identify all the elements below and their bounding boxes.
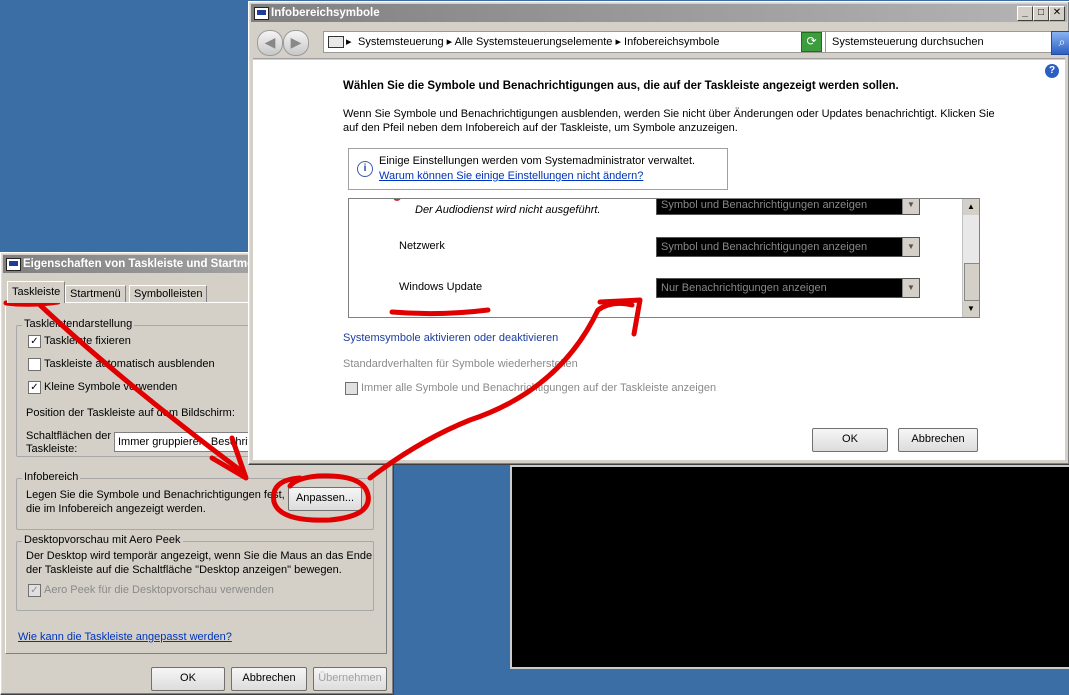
breadcrumb-part-3[interactable]: Infobereichsymbole [624, 36, 719, 48]
taskbar-cancel-button[interactable]: Abbrechen [231, 667, 307, 691]
breadcrumb-part-2[interactable]: Alle Systemsteuerungselemente [455, 36, 613, 48]
position-label: Position der Taskleiste auf dem Bildschi… [26, 407, 235, 419]
chevron-down-icon: ▼ [902, 199, 919, 214]
group-title-appearance: Taskleistendarstellung [22, 318, 135, 330]
chevron-down-icon: ▼ [902, 279, 919, 297]
scroll-up-icon[interactable]: ▲ [963, 199, 979, 215]
notification-window-titlebar[interactable]: Infobereichsymbole [251, 4, 1067, 22]
search-input[interactable]: Systemsteuerung durchsuchen [825, 31, 1053, 53]
maximize-button[interactable]: □ [1033, 6, 1049, 21]
window-icon [6, 258, 21, 271]
list-item-name: Der Audiodienst wird nicht ausgeführt. [415, 204, 601, 216]
chevron-down-icon: ▼ [902, 238, 919, 256]
description-line-2: auf den Pfeil neben dem Infobereich auf … [343, 122, 738, 134]
behavior-select[interactable]: Nur Benachrichtigungen anzeigen ▼ [656, 278, 920, 298]
taskbar-buttons-select[interactable]: Immer gruppieren, Beschriftungen ausblen… [114, 432, 261, 452]
navigation-bar: ◀ ▶ ▸ Systemsteuerung ▸ Alle Systemsteue… [253, 24, 1069, 59]
taskbar-ok-button[interactable]: OK [151, 667, 225, 691]
minimize-button[interactable]: _ [1017, 6, 1033, 21]
page-heading: Wählen Sie die Symbole und Benachrichtig… [343, 80, 899, 92]
notify-text-1: Legen Sie die Symbole und Benachrichtigu… [26, 489, 285, 501]
taskbar-apply-button[interactable]: Übernehmen [313, 667, 387, 691]
forward-arrow-icon[interactable]: ▶ [283, 30, 309, 56]
control-panel-icon [254, 7, 269, 20]
notification-window-title: Infobereichsymbole [271, 7, 380, 19]
breadcrumb-part-1[interactable]: Systemsteuerung [358, 36, 444, 48]
content-area: ? Wählen Sie die Symbole und Benachricht… [253, 60, 1065, 460]
aero-peek-label: Aero Peek für die Desktopvorschau verwen… [44, 584, 274, 596]
breadcrumb-separator-icon: ▸ [615, 36, 625, 48]
admin-notice-text: Einige Einstellungen werden vom Systemad… [379, 155, 696, 167]
system-icons-link[interactable]: Systemsymbole aktivieren oder deaktivier… [343, 332, 558, 344]
help-icon[interactable]: ? [1045, 64, 1059, 78]
peek-text-2: der Taskleiste auf die Schaltfläche "Des… [26, 564, 342, 576]
background-black-window [510, 465, 1069, 669]
buttons-label-1: Schaltflächen der [26, 430, 111, 442]
refresh-icon[interactable]: ⟳ [801, 32, 822, 52]
tab-symbolleisten[interactable]: Symbolleisten [129, 285, 208, 303]
tab-taskleiste[interactable]: Taskleiste [7, 281, 66, 303]
cancel-button[interactable]: Abbrechen [898, 428, 978, 452]
lock-taskbar-label: Taskleiste fixieren [44, 335, 131, 347]
ok-button[interactable]: OK [812, 428, 888, 452]
small-icons-label: Kleine Symbole verwenden [44, 381, 178, 393]
customize-button[interactable]: Anpassen... [288, 487, 362, 511]
always-show-label: Immer alle Symbole und Benachrichtigunge… [361, 382, 717, 394]
tab-startmenue[interactable]: Startmenü [65, 285, 126, 303]
help-link-taskbar[interactable]: Wie kann die Taskleiste angepasst werden… [18, 631, 232, 643]
group-title-notify: Infobereich [22, 471, 81, 483]
address-bar[interactable]: ▸ Systemsteuerung ▸ Alle Systemsteuerung… [323, 31, 829, 53]
breadcrumb-separator-icon: ▸ [446, 36, 455, 48]
admin-notice-link[interactable]: Warum können Sie einige Einstellungen ni… [379, 170, 643, 182]
group-title-peek: Desktopvorschau mit Aero Peek [22, 534, 183, 546]
notification-icons-window: Infobereichsymbole _ □ ✕ ◀ ▶ ▸ Systemste… [248, 1, 1069, 465]
back-arrow-icon[interactable]: ◀ [257, 30, 283, 56]
autohide-checkbox[interactable] [28, 358, 41, 371]
info-icon: i [357, 161, 373, 177]
buttons-label-2: Taskleiste: [26, 443, 78, 455]
autohide-label: Taskleiste automatisch ausblenden [44, 358, 215, 370]
icon-behaviors-list: Der Audiodienst wird nicht ausgeführt. S… [348, 198, 980, 318]
list-item-name: Windows Update [399, 281, 483, 293]
scroll-down-icon[interactable]: ▼ [963, 301, 979, 317]
list-item-name: Netzwerk [399, 240, 445, 252]
small-icons-checkbox[interactable]: ✓ [28, 381, 41, 394]
breadcrumb-separator-icon: ▸ [346, 36, 352, 48]
close-button[interactable]: ✕ [1049, 6, 1065, 21]
restore-default-link[interactable]: Standardverhalten für Symbole wiederhers… [343, 358, 578, 370]
aero-peek-checkbox[interactable]: ✓ [28, 584, 41, 597]
lock-taskbar-checkbox[interactable]: ✓ [28, 335, 41, 348]
list-scrollbar[interactable]: ▲ ▼ [962, 199, 979, 317]
description-line-1: Wenn Sie Symbole und Benachrichtigungen … [343, 108, 995, 120]
admin-notice-box: i Einige Einstellungen werden vom System… [348, 148, 728, 190]
notify-text-2: die im Infobereich angezeigt werden. [26, 503, 206, 515]
search-icon[interactable]: ⌕ [1051, 31, 1069, 55]
always-show-checkbox[interactable] [345, 382, 358, 395]
behavior-select[interactable]: Symbol und Benachrichtigungen anzeigen ▼ [656, 199, 920, 215]
peek-text-1: Der Desktop wird temporär angezeigt, wen… [26, 550, 373, 562]
speaker-icon [393, 199, 401, 201]
taskbar-window-title: Eigenschaften von Taskleiste und Startme… [23, 258, 268, 270]
control-panel-address-icon [328, 36, 344, 48]
scroll-thumb[interactable] [964, 263, 979, 301]
behavior-select[interactable]: Symbol und Benachrichtigungen anzeigen ▼ [656, 237, 920, 257]
